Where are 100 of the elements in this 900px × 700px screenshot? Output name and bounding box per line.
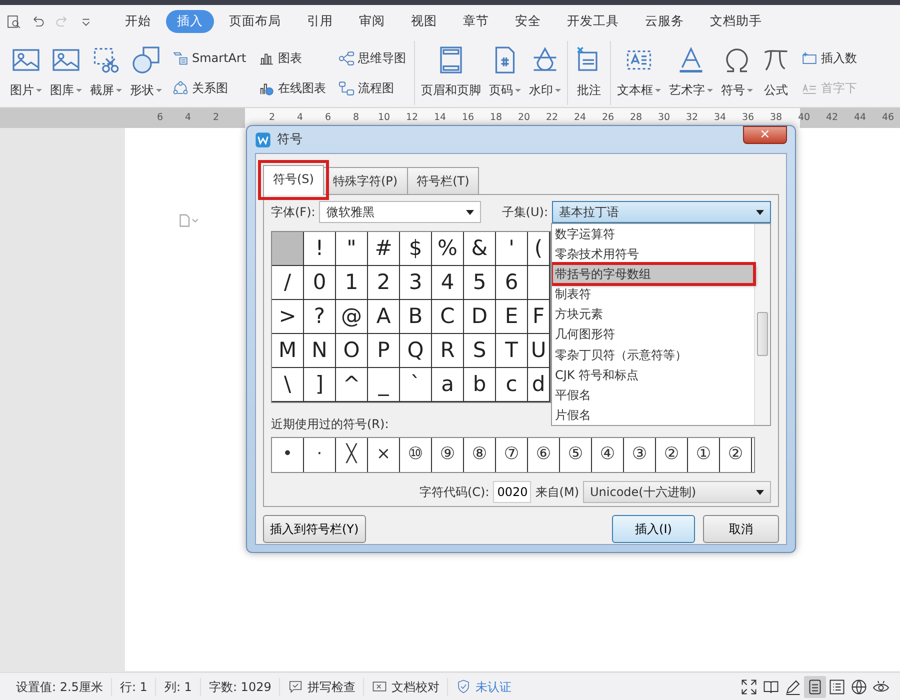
symbol-cell[interactable]: ③ xyxy=(624,438,656,472)
list-item[interactable]: 零杂丁贝符（示意符等） xyxy=(552,344,754,365)
ribbon-button[interactable]: 截屏 xyxy=(86,41,126,105)
dialog-button[interactable]: 取消 xyxy=(703,515,779,543)
symbol-cell[interactable]: ④ xyxy=(592,438,624,472)
symbol-cell[interactable]: # xyxy=(368,232,400,266)
symbol-cell[interactable]: A xyxy=(368,300,400,334)
symbol-cell[interactable]: ② xyxy=(656,438,688,472)
ribbon-button[interactable]: 图表 xyxy=(256,48,328,68)
menu-tab[interactable]: 开发工具 xyxy=(556,10,630,33)
list-item[interactable]: 带括号的字母数组 xyxy=(552,264,754,284)
symbol-cell[interactable]: R xyxy=(432,334,464,368)
symbol-cell[interactable]: _ xyxy=(368,368,400,402)
symbol-cell[interactable]: ② xyxy=(720,438,752,472)
ribbon-button[interactable]: 流程图 xyxy=(336,78,408,98)
status-button[interactable]: 拼写检查 xyxy=(307,678,356,696)
list-item[interactable]: 片假名 xyxy=(552,404,754,425)
symbol-cell[interactable]: O xyxy=(336,334,368,368)
symbol-cell[interactable]: S xyxy=(464,334,496,368)
list-item[interactable]: 平假名 xyxy=(552,384,754,405)
list-item[interactable]: 零杂技术用符号 xyxy=(552,244,754,264)
symbol-cell[interactable]: ⑩ xyxy=(400,438,432,472)
symbol-cell[interactable]: " xyxy=(336,232,368,266)
symbol-cell[interactable]: ? xyxy=(304,300,336,334)
menu-tab[interactable]: 页面布局 xyxy=(218,10,292,33)
ribbon-button[interactable]: 文本框 xyxy=(613,41,666,105)
symbol-cell[interactable]: × xyxy=(368,438,400,472)
symbol-cell[interactable]: M xyxy=(272,334,304,368)
symbol-cell[interactable]: b xyxy=(464,368,496,402)
symbol-cell[interactable]: Q xyxy=(400,334,432,368)
menu-tab[interactable]: 安全 xyxy=(504,10,552,33)
symbol-cell[interactable]: % xyxy=(432,232,464,266)
ribbon-button[interactable]: 页码 xyxy=(485,41,526,105)
symbol-cell[interactable]: P xyxy=(368,334,400,368)
menu-tab[interactable]: 章节 xyxy=(452,10,500,33)
list-item[interactable]: 制表符 xyxy=(552,284,754,304)
list-item[interactable]: 数字运算符 xyxy=(552,224,754,244)
symbol-cell[interactable]: > xyxy=(272,300,304,334)
symbol-cell[interactable]: 1 xyxy=(336,266,368,300)
symbol-cell[interactable]: a xyxy=(432,368,464,402)
ribbon-button[interactable]: SmartArt xyxy=(170,48,248,68)
status-button[interactable]: 文档校对 xyxy=(391,678,440,696)
symbol-cell[interactable]: E xyxy=(496,300,528,334)
ribbon-button[interactable]: 水印 xyxy=(525,41,566,105)
symbol-cell[interactable]: \ xyxy=(272,368,304,402)
ribbon-button[interactable]: 公式 xyxy=(757,41,796,105)
symbol-cell[interactable]: c xyxy=(496,368,528,402)
dialog-button[interactable]: 插入(I) xyxy=(612,515,695,543)
symbol-cell[interactable]: ` xyxy=(400,368,432,402)
symbol-cell[interactable]: 5 xyxy=(464,266,496,300)
menu-tab[interactable]: 引用 xyxy=(296,10,344,33)
ribbon-button[interactable]: 符号 xyxy=(717,41,758,105)
ribbon-button[interactable]: 插入数 xyxy=(799,48,860,68)
symbol-cell[interactable]: ① xyxy=(688,438,720,472)
symbol-cell[interactable]: 3 xyxy=(400,266,432,300)
symbol-cell[interactable]: D xyxy=(464,300,496,334)
symbol-cell[interactable]: T xyxy=(496,334,528,368)
ribbon-button[interactable]: 关系图 xyxy=(170,78,248,98)
list-item[interactable]: CJK 符号和标点 xyxy=(552,364,754,385)
symbol-cell[interactable]: 6 xyxy=(496,266,528,300)
symbol-cell[interactable]: ' xyxy=(496,232,528,266)
menu-tab[interactable]: 云服务 xyxy=(634,10,695,33)
dialog-button[interactable]: 插入到符号栏(Y) xyxy=(263,515,366,543)
symbol-cell[interactable]: ⑥ xyxy=(528,438,560,472)
menu-tab[interactable]: 开始 xyxy=(114,10,162,33)
symbol-cell[interactable]: • xyxy=(272,438,304,472)
menu-tab[interactable]: 审阅 xyxy=(348,10,396,33)
menu-tab[interactable]: 文档助手 xyxy=(699,10,773,33)
symbol-cell[interactable]: ^ xyxy=(336,368,368,402)
ribbon-button[interactable]: 形状 xyxy=(126,41,166,105)
symbol-cell[interactable]: 0 xyxy=(304,266,336,300)
symbol-cell[interactable]: F xyxy=(528,300,550,334)
font-dropdown[interactable]: 微软雅黑 xyxy=(319,201,482,223)
symbol-cell[interactable]: ⑨ xyxy=(432,438,464,472)
ribbon-button[interactable]: 批注 xyxy=(570,41,608,105)
symbol-cell[interactable]: ⑧ xyxy=(464,438,496,472)
ribbon-button[interactable]: 图片 xyxy=(6,41,46,105)
subset-dropdown[interactable]: 基本拉丁语 xyxy=(552,201,771,223)
encoding-dropdown[interactable]: Unicode(十六进制) xyxy=(583,481,771,503)
symbol-cell[interactable]: C xyxy=(432,300,464,334)
status-button[interactable]: 未认证 xyxy=(475,678,512,696)
symbol-cell[interactable]: d xyxy=(528,368,550,402)
ribbon-button[interactable]: 页眉和页脚 xyxy=(417,41,486,105)
symbol-cell[interactable]: ⑤ xyxy=(560,438,592,472)
symbol-cell[interactable]: / xyxy=(272,266,304,300)
ribbon-button[interactable]: 在线图表 xyxy=(256,78,328,98)
symbol-cell[interactable]: $ xyxy=(400,232,432,266)
symbol-cell[interactable]: U xyxy=(528,334,550,368)
symbol-cell[interactable]: ! xyxy=(304,232,336,266)
symbol-cell[interactable]: ( xyxy=(528,232,550,266)
symbol-cell[interactable]: 2 xyxy=(368,266,400,300)
code-field[interactable]: 0020 xyxy=(493,481,532,503)
menu-tab[interactable]: 视图 xyxy=(400,10,448,33)
symbol-cell[interactable]: & xyxy=(464,232,496,266)
symbol-cell[interactable]: 4 xyxy=(432,266,464,300)
dialog-tab[interactable]: 符号栏(T) xyxy=(406,167,480,194)
symbol-cell[interactable]: B xyxy=(400,300,432,334)
list-item[interactable]: 几何图形符 xyxy=(552,324,754,345)
ribbon-button[interactable]: 思维导图 xyxy=(336,48,408,68)
list-item[interactable]: 方块元素 xyxy=(552,304,754,324)
